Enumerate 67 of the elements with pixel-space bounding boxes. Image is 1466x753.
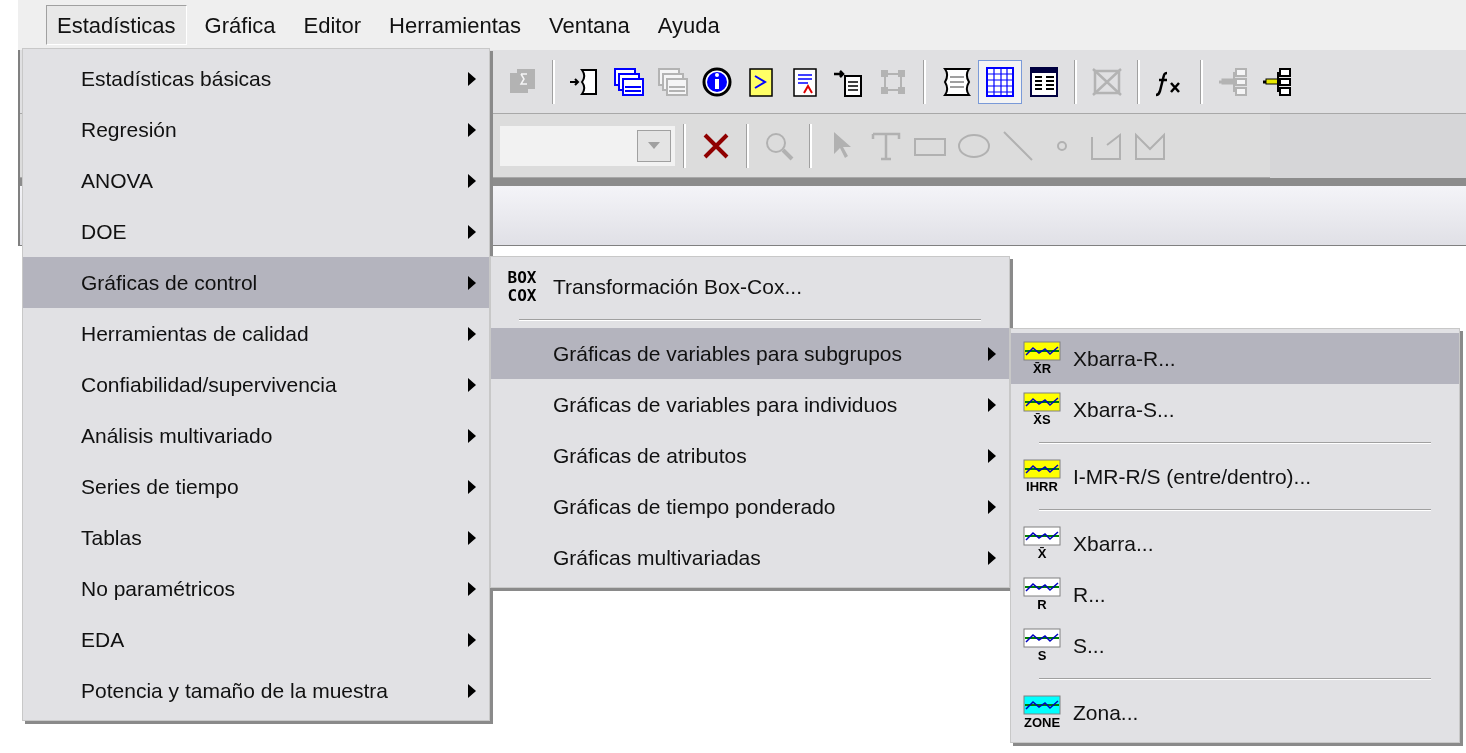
menu-bar-item[interactable]: Editor — [293, 5, 371, 45]
menu-item-label: Gráficas de variables para individuos — [553, 391, 898, 418]
menu-item-label: Xbarra-S... — [1073, 396, 1175, 423]
menu-item-label: Gráficas de atributos — [553, 442, 747, 469]
menu-item[interactable]: EDA — [23, 614, 489, 665]
menu-item-label: Gráficas de variables para subgrupos — [553, 340, 903, 367]
menu-item[interactable]: R R... — [1011, 569, 1459, 620]
dropdown-field[interactable] — [500, 125, 675, 166]
menu-item-label: Xbarra... — [1073, 530, 1154, 557]
box-cox-icon: BOX COX — [507, 268, 537, 305]
menu-item[interactable]: X̄S Xbarra-S... — [1011, 384, 1459, 435]
menu-item-label: Estadísticas básicas — [81, 65, 272, 92]
icon-caption: X̄S — [1033, 412, 1051, 427]
icon-caption: R — [1037, 597, 1047, 612]
menu-item[interactable]: ANOVA — [23, 155, 489, 206]
menu-item[interactable]: BOX COX Transformación Box-Cox... — [491, 261, 1009, 312]
menu-item[interactable]: ZONE Zona... — [1011, 687, 1459, 738]
menu-item-label: Análisis multivariado — [81, 422, 273, 449]
menu-item-label: R... — [1073, 581, 1106, 608]
menu-item[interactable]: Gráficas multivariadas — [491, 532, 1009, 583]
menu-item-label: Herramientas de calidad — [81, 320, 309, 347]
menu-item-label: Tablas — [81, 524, 142, 551]
menu-bar-item[interactable]: Ventana — [539, 5, 640, 45]
menu-item[interactable]: Regresión — [23, 104, 489, 155]
menu-item[interactable]: Confiabilidad/supervivencia — [23, 359, 489, 410]
grid-icon[interactable] — [978, 59, 1022, 104]
menu-item[interactable]: Herramientas de calidad — [23, 308, 489, 359]
menu-item-label: Gráficas multivariadas — [553, 544, 761, 571]
menu-item[interactable]: S S... — [1011, 620, 1459, 671]
menu-item-label: S... — [1073, 632, 1105, 659]
menu-item-label: Gráficas de tiempo ponderado — [553, 493, 836, 520]
menu-item-label: Zona... — [1073, 699, 1139, 726]
icon-caption: ZONE — [1023, 715, 1061, 730]
menu-item[interactable]: DOE — [23, 206, 489, 257]
menu-bar-item[interactable]: Herramientas — [379, 5, 532, 45]
menu-item-label: Transformación Box-Cox... — [553, 273, 802, 300]
menu-item-label: Regresión — [81, 116, 177, 143]
menu-item-label: DOE — [81, 218, 127, 245]
menu-item[interactable]: Gráficas de atributos — [491, 430, 1009, 481]
icon-caption: X̄R — [1032, 361, 1052, 376]
menu-bar-item[interactable]: Ayuda — [647, 5, 730, 45]
menu-item[interactable]: Series de tiempo — [23, 461, 489, 512]
icon-caption: IHRR — [1026, 479, 1058, 494]
menu-item-label: ANOVA — [81, 167, 153, 194]
menu-item-label: Confiabilidad/supervivencia — [81, 371, 337, 398]
menu-item[interactable]: Gráficas de variables para subgrupos — [491, 328, 1009, 379]
menu-item[interactable]: IHRR I-MR-R/S (entre/dentro)... — [1011, 451, 1459, 502]
menu-item-label: EDA — [81, 626, 125, 653]
menu-item-label: Potencia y tamaño de la muestra — [81, 677, 388, 704]
icon-caption: S — [1037, 648, 1047, 663]
menu-item[interactable]: Gráficas de tiempo ponderado — [491, 481, 1009, 532]
menu-item[interactable]: Gráficas de variables para individuos — [491, 379, 1009, 430]
menu-item-label: I-MR-R/S (entre/dentro)... — [1073, 463, 1312, 490]
icon-caption: X̄ — [1037, 546, 1047, 561]
menu-item[interactable]: Análisis multivariado — [23, 410, 489, 461]
menu-item[interactable]: Tablas — [23, 512, 489, 563]
menu-item[interactable]: X̄R Xbarra-R... — [1011, 333, 1459, 384]
menu-item-label: Gráficas de control — [81, 269, 258, 296]
menu-bar-item[interactable]: Estadísticas — [46, 5, 187, 45]
menu-item[interactable]: X̄ Xbarra... — [1011, 518, 1459, 569]
menu-item-label: Series de tiempo — [81, 473, 239, 500]
menu-item[interactable]: Potencia y tamaño de la muestra — [23, 665, 489, 716]
menu-item[interactable]: Gráficas de control — [23, 257, 489, 308]
menu-item-label: Xbarra-R... — [1073, 345, 1176, 372]
menu-item[interactable]: No paramétricos — [23, 563, 489, 614]
menu-item-label: No paramétricos — [81, 575, 236, 602]
menu-bar-item[interactable]: Gráfica — [194, 5, 286, 45]
